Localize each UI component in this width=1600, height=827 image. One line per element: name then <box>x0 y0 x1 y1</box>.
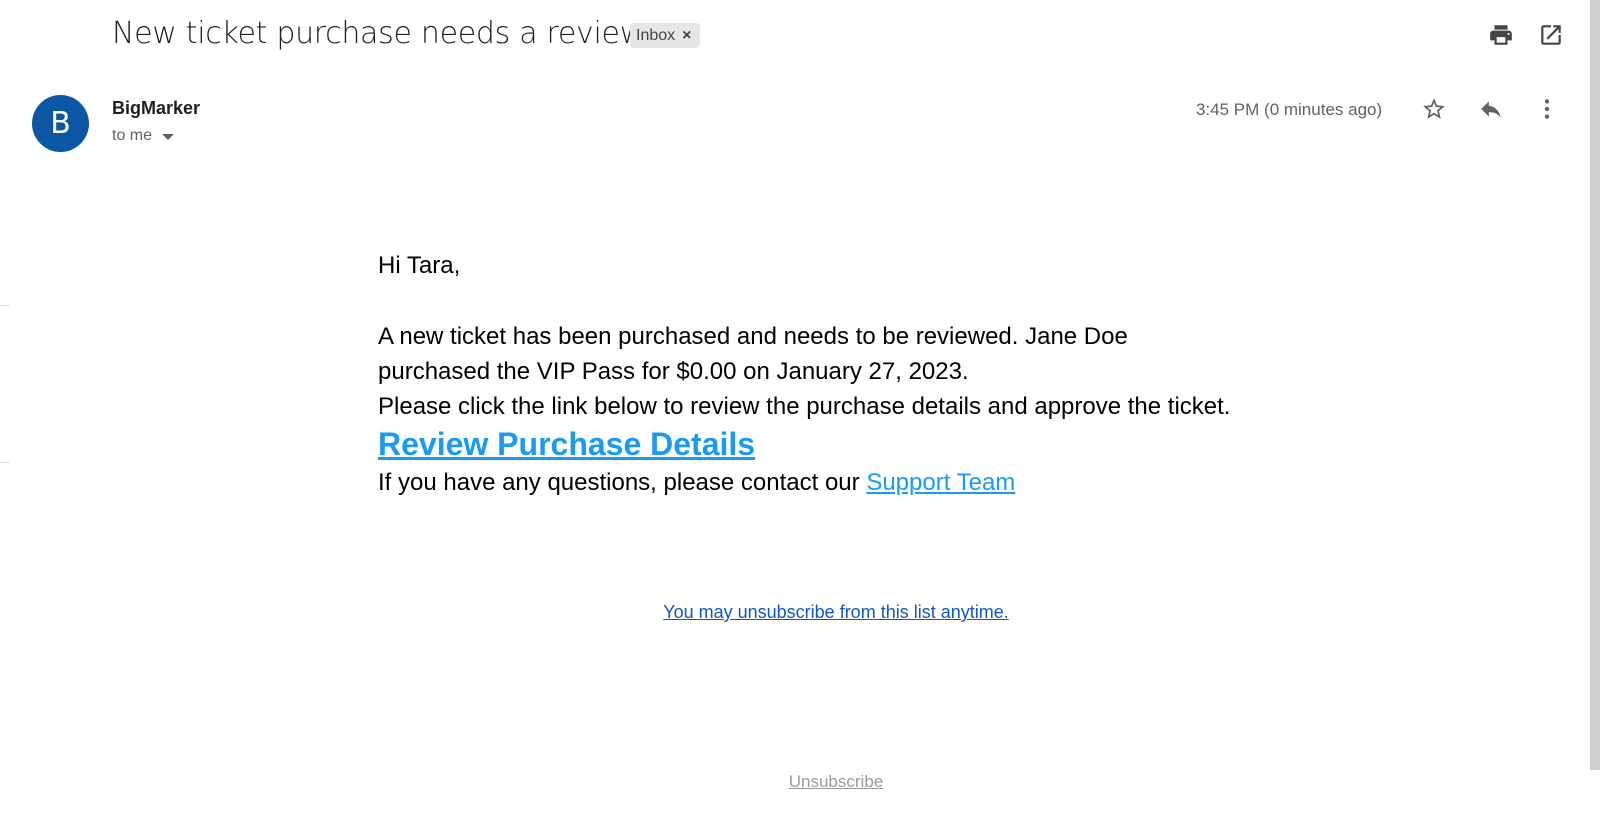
email-header: New ticket purchase needs a review Inbox… <box>0 0 1590 70</box>
questions-line: If you have any questions, please contac… <box>378 465 1318 500</box>
reply-icon[interactable] <box>1476 94 1506 124</box>
divider <box>0 305 10 306</box>
instruction-text: Please click the link below to review th… <box>378 393 1231 420</box>
inbox-label-chip[interactable]: Inbox × <box>630 23 701 48</box>
sender-row: B BigMarker to me 3:45 PM (0 minutes ago… <box>0 90 1590 160</box>
print-icon[interactable] <box>1486 20 1516 50</box>
purchase-line-1: A new ticket has been purchased and need… <box>378 323 1128 350</box>
questions-text: If you have any questions, please contac… <box>378 469 867 496</box>
unsubscribe-footer-row: Unsubscribe <box>0 772 1600 792</box>
email-subject: New ticket purchase needs a review <box>112 16 644 51</box>
unsubscribe-list-link[interactable]: You may unsubscribe from this list anyti… <box>663 602 1008 622</box>
review-purchase-link[interactable]: Review Purchase Details <box>378 424 755 464</box>
open-in-new-window-icon[interactable] <box>1536 20 1566 50</box>
email-body: Hi Tara, A new ticket has been purchased… <box>378 248 1318 500</box>
divider <box>0 462 10 463</box>
avatar[interactable]: B <box>32 95 89 152</box>
remove-label-icon[interactable]: × <box>682 27 691 45</box>
greeting: Hi Tara, <box>378 252 461 279</box>
star-icon[interactable] <box>1419 94 1449 124</box>
unsubscribe-list-row: You may unsubscribe from this list anyti… <box>0 602 1600 623</box>
purchase-line-2: purchased the VIP Pass for $0.00 on Janu… <box>378 358 969 385</box>
recipient-dropdown[interactable]: to me <box>112 127 175 145</box>
support-team-link[interactable]: Support Team <box>866 469 1015 496</box>
more-vertical-icon[interactable] <box>1532 94 1562 124</box>
scrollbar[interactable] <box>1590 0 1600 770</box>
recipient-label: to me <box>112 127 153 144</box>
inbox-label-text: Inbox <box>636 26 676 44</box>
sender-name[interactable]: BigMarker <box>112 98 200 119</box>
unsubscribe-link[interactable]: Unsubscribe <box>789 772 884 791</box>
chevron-down-icon <box>162 134 175 140</box>
email-timestamp: 3:45 PM (0 minutes ago) <box>1196 100 1383 119</box>
